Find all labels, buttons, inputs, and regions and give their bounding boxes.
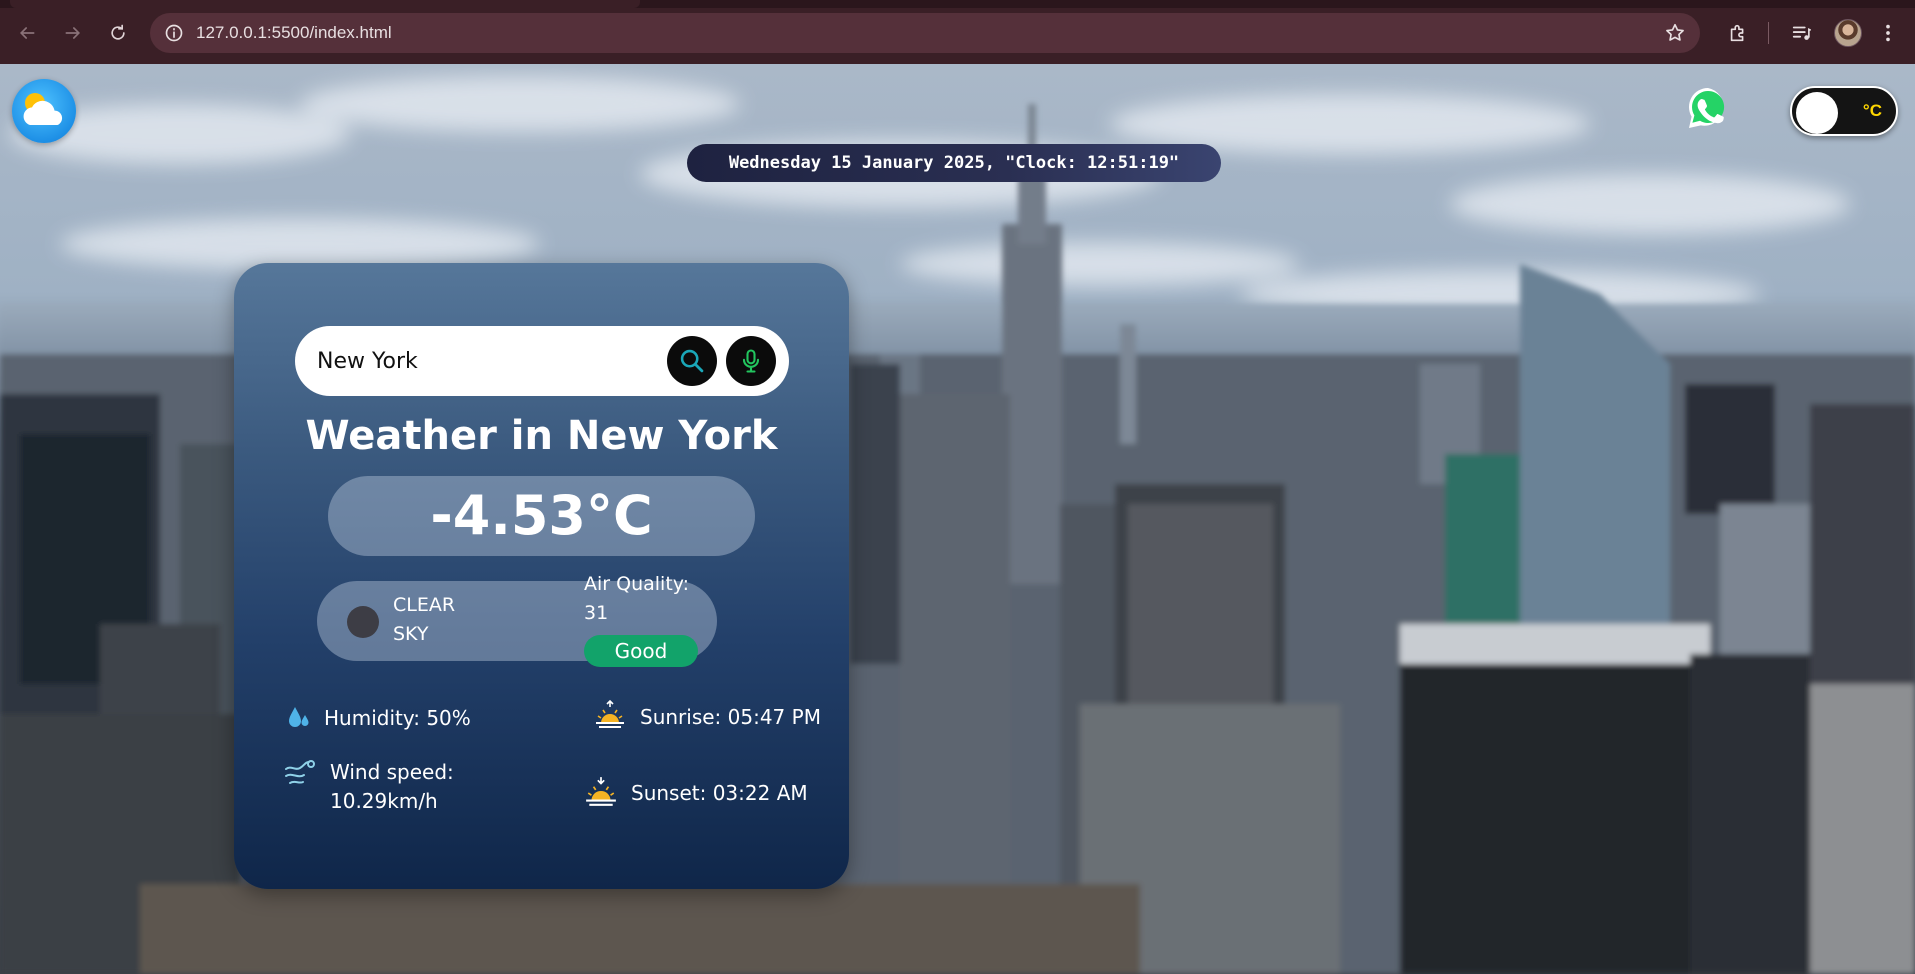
profile-avatar[interactable]: [1834, 19, 1862, 47]
air-quality-value: 31: [584, 602, 609, 624]
sunset-text: Sunset: 03:22 AM: [631, 781, 808, 805]
search-bar: [295, 326, 789, 396]
back-button[interactable]: [12, 18, 42, 48]
condition-text: CLEAR SKY: [393, 591, 493, 649]
wind-text: Wind speed: 10.29km/h: [330, 758, 454, 816]
datetime-display: Wednesday 15 January 2025, "Clock: 12:51…: [687, 144, 1221, 182]
weather-card: Weather in New York -4.53°C CLEAR SKY Ai…: [234, 263, 849, 889]
air-quality-label: Air Quality:: [584, 573, 690, 595]
city-search-input[interactable]: [315, 336, 655, 386]
wind-label: Wind speed:: [330, 760, 454, 784]
tab-strip: [0, 0, 1915, 8]
address-bar[interactable]: 127.0.0.1:5500/index.html: [150, 13, 1700, 53]
weather-title: Weather in New York: [305, 413, 778, 459]
arrow-right-icon: [65, 27, 81, 39]
condition-icon: [347, 606, 379, 638]
browser-menu-button[interactable]: [1876, 17, 1900, 49]
url-text[interactable]: 127.0.0.1:5500/index.html: [196, 13, 392, 53]
condition-line-1: CLEAR: [393, 594, 456, 616]
sunrise-text: Sunrise: 05:47 PM: [640, 705, 821, 729]
toolbar-divider: [1768, 22, 1769, 44]
humidity-text: Humidity: 50%: [324, 706, 471, 730]
water-drop-icon: [289, 707, 309, 727]
puzzle-icon: [1730, 24, 1744, 42]
reload-icon: [111, 24, 125, 40]
reload-button[interactable]: [103, 18, 133, 48]
voice-search-button[interactable]: [726, 336, 776, 386]
air-quality-info: Air Quality: 31: [584, 570, 724, 628]
search-icon: [680, 349, 704, 373]
unit-toggle[interactable]: °C: [1790, 86, 1898, 136]
playlist-icon: [1792, 26, 1812, 40]
kebab-menu-icon: [1886, 24, 1890, 42]
bookmark-star-icon[interactable]: [1664, 22, 1686, 44]
sunrise-icon: [596, 699, 624, 728]
whatsapp-icon[interactable]: [1684, 84, 1732, 132]
arrow-left-icon: [19, 27, 35, 39]
wind-icon: [285, 760, 315, 784]
condition-line-2: SKY: [393, 623, 429, 645]
browser-toolbar: 127.0.0.1:5500/index.html: [0, 0, 1915, 64]
microphone-icon: [742, 349, 760, 373]
cloud-sun-icon: [23, 93, 63, 125]
app-logo[interactable]: [12, 79, 76, 143]
forward-button[interactable]: [58, 18, 88, 48]
sunset-icon: [586, 777, 616, 806]
page-viewport: °C Wednesday 15 January 2025, "Clock: 12…: [0, 64, 1915, 974]
toggle-knob[interactable]: [1796, 92, 1838, 134]
wind-value: 10.29km/h: [330, 789, 438, 813]
unit-label: °C: [1862, 101, 1882, 120]
extensions-button[interactable]: [1722, 17, 1754, 49]
air-quality-badge: Good: [584, 635, 698, 667]
site-info-icon[interactable]: [164, 23, 184, 43]
temperature-display: -4.53°C: [328, 476, 755, 556]
media-controls-button[interactable]: [1786, 17, 1818, 49]
active-tab[interactable]: [10, 0, 640, 8]
search-button[interactable]: [667, 336, 717, 386]
